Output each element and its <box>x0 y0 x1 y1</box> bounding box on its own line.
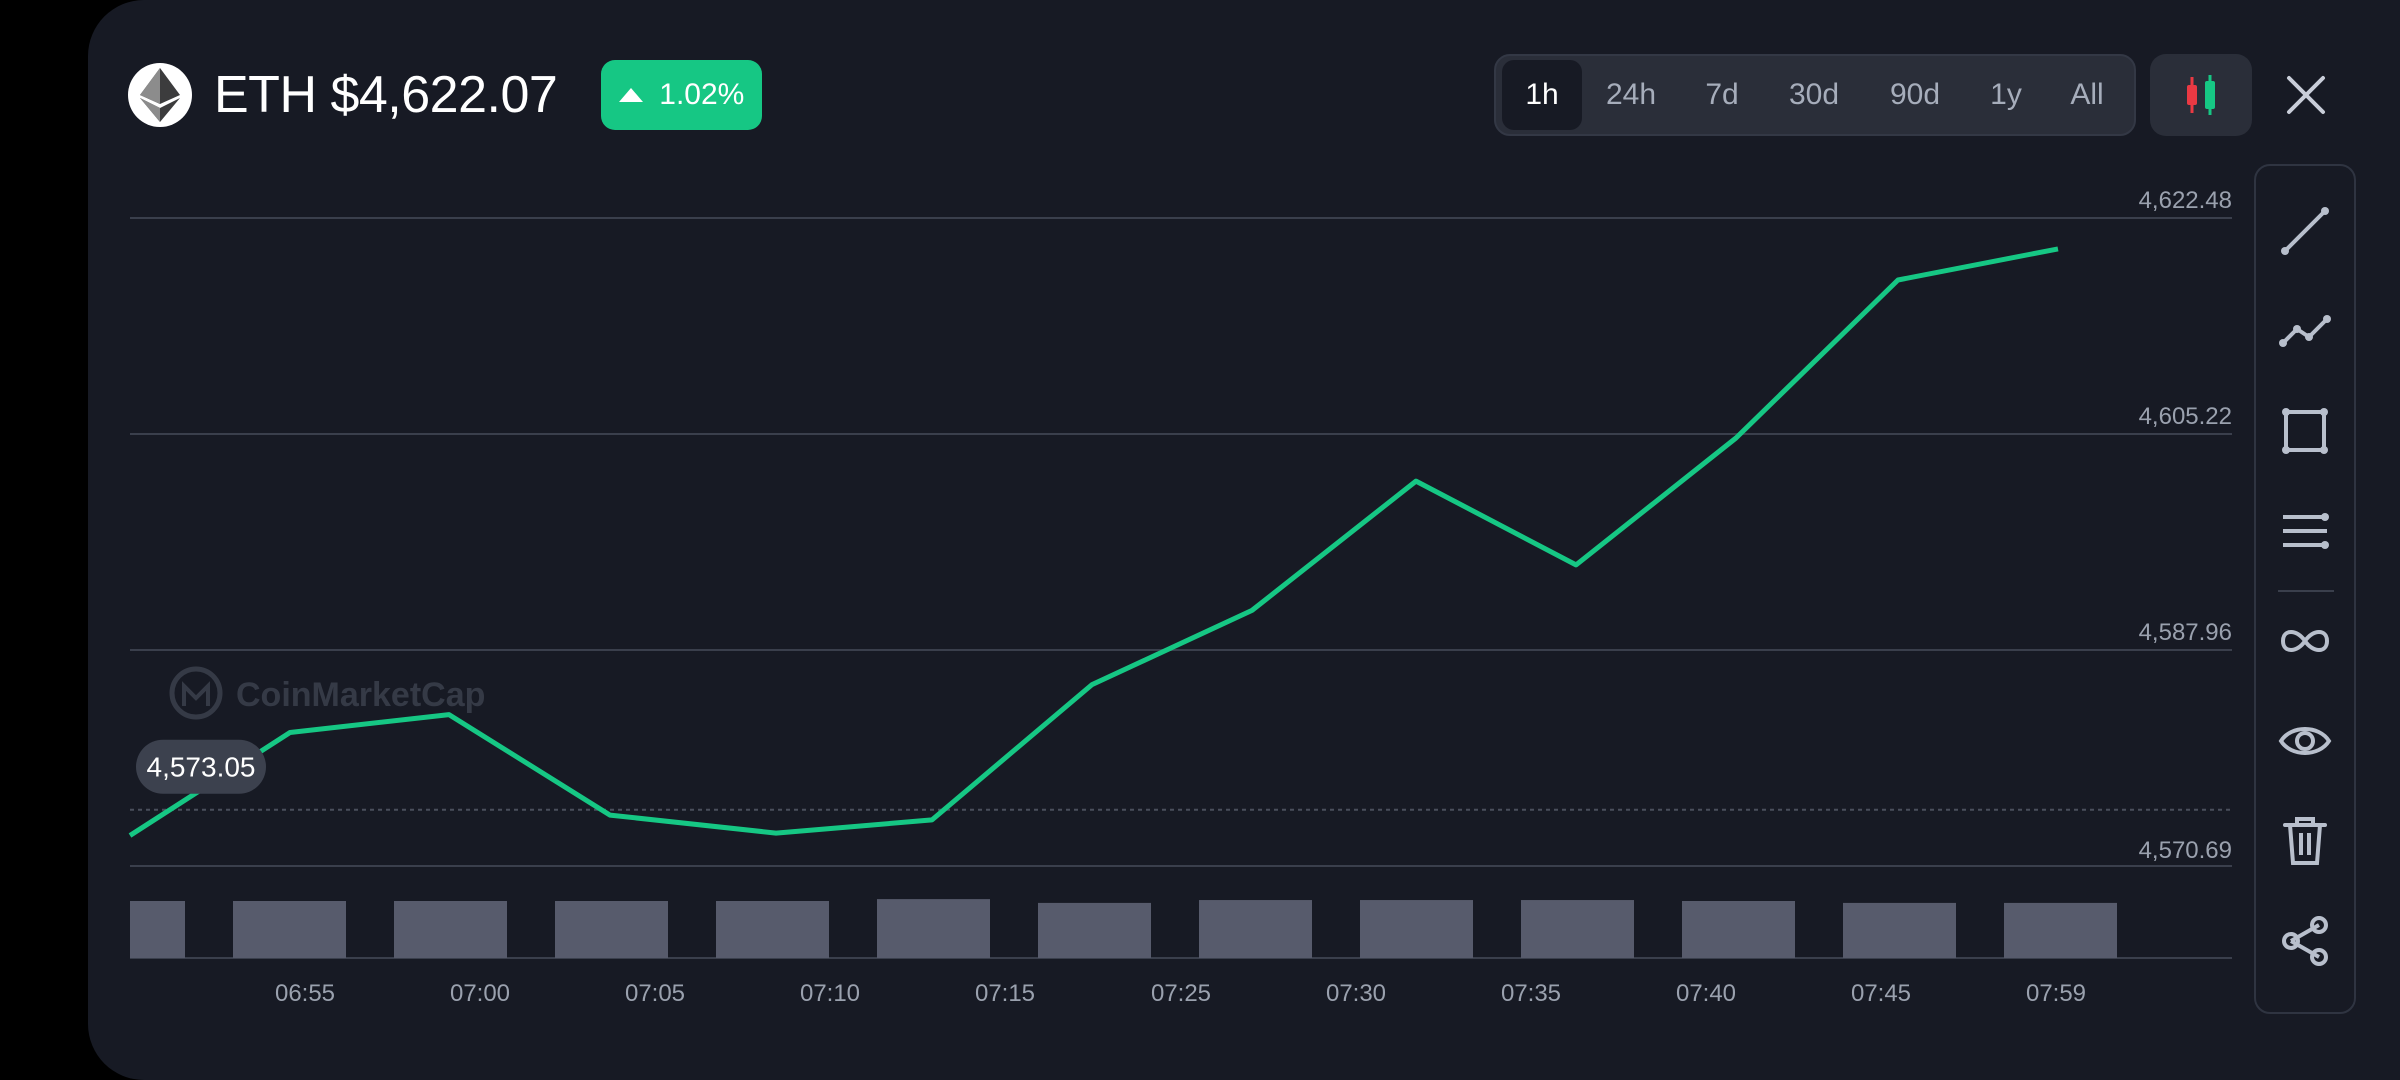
close-button[interactable] <box>2278 60 2334 130</box>
range-90d[interactable]: 90d <box>1864 60 1966 130</box>
range-1h[interactable]: 1h <box>1502 60 1582 130</box>
visibility-tool[interactable] <box>2256 696 2354 786</box>
price-change-value: 1.02% <box>659 78 745 111</box>
trash-icon <box>2283 817 2327 865</box>
range-7d[interactable]: 7d <box>1680 60 1764 130</box>
rectangle-icon <box>2282 408 2328 454</box>
toolbar-divider <box>2278 590 2334 592</box>
path-line-icon <box>2279 315 2331 347</box>
drawing-toolbar <box>2254 164 2356 1014</box>
parallel-lines-tool[interactable] <box>2256 486 2354 576</box>
infinite-line-icon <box>2280 630 2330 652</box>
chart-header: ETH $4,622.07 1.02% <box>128 58 763 132</box>
coin-price-title: ETH $4,622.07 <box>214 66 558 124</box>
ethereum-logo-icon <box>128 63 192 127</box>
time-range-selector: 1h 24h 7d 30d 90d 1y All <box>1494 54 2136 136</box>
share-icon <box>2282 916 2328 966</box>
chart-card <box>88 0 2400 1080</box>
range-all[interactable]: All <box>2046 60 2128 130</box>
share-tool[interactable] <box>2256 896 2354 986</box>
range-24h[interactable]: 24h <box>1582 60 1680 130</box>
up-arrow-icon <box>619 88 644 102</box>
delete-tool[interactable] <box>2256 796 2354 886</box>
range-1y[interactable]: 1y <box>1966 60 2046 130</box>
candlestick-icon <box>2187 75 2215 115</box>
rectangle-tool[interactable] <box>2256 386 2354 476</box>
trend-line-icon <box>2281 207 2329 255</box>
infinite-line-tool[interactable] <box>2256 596 2354 686</box>
eye-icon <box>2278 727 2332 755</box>
trend-line-tool[interactable] <box>2256 186 2354 276</box>
range-30d[interactable]: 30d <box>1764 60 1864 130</box>
close-icon <box>2287 76 2325 114</box>
parallel-lines-icon <box>2283 513 2329 549</box>
candlestick-toggle-button[interactable] <box>2150 54 2252 136</box>
price-change-badge: 1.02% <box>601 60 763 130</box>
path-line-tool[interactable] <box>2256 286 2354 376</box>
